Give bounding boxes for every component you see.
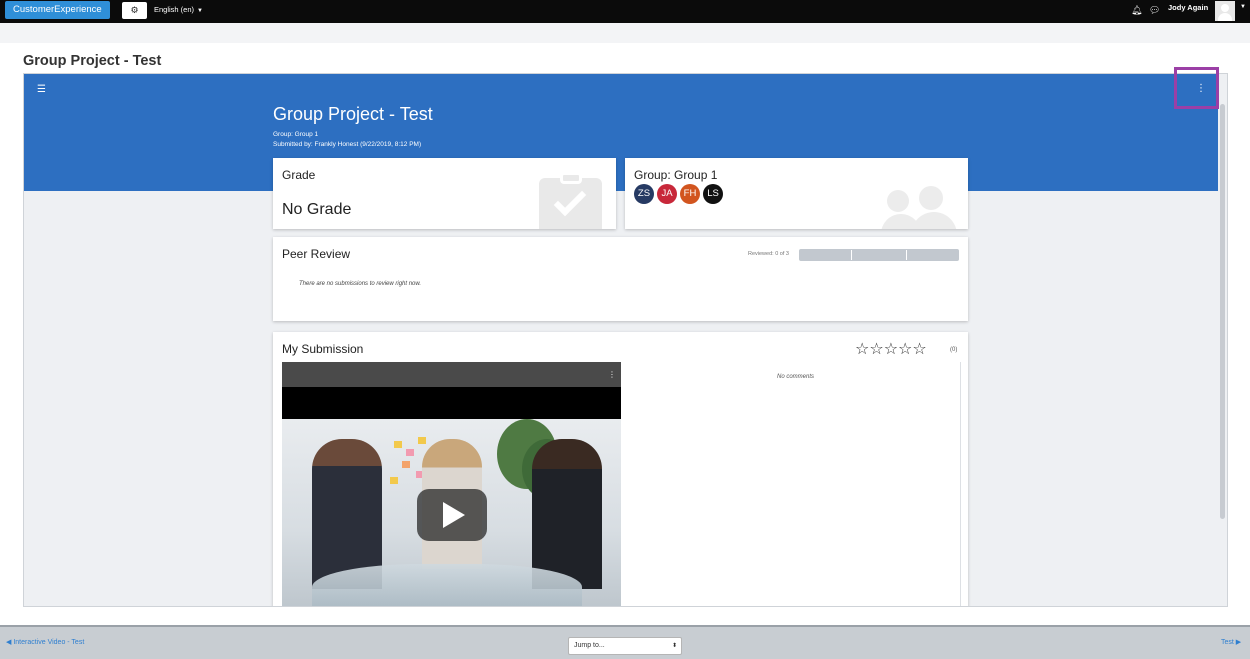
member-avatar[interactable]: LS — [703, 184, 723, 204]
activity-group-line: Group: Group 1 — [273, 131, 319, 138]
member-avatar[interactable]: JA — [657, 184, 677, 204]
activity-frame: ☰ ⋮ Group Project - Test Group: Group 1 … — [23, 73, 1228, 607]
group-members: ZS JA FH LS — [634, 183, 726, 204]
highlight-box — [1174, 67, 1219, 109]
activity-submitted-line: Submitted by: Frankly Honest (9/22/2019,… — [273, 141, 422, 148]
star-rating[interactable]: ☆☆☆☆☆ — [855, 339, 927, 359]
group-card: Group: Group 1 ZS JA FH LS — [625, 158, 968, 229]
group-people-icon — [881, 186, 961, 229]
play-button[interactable] — [417, 489, 487, 541]
language-label: English (en) — [154, 5, 195, 14]
no-comments-message: No comments — [776, 374, 814, 380]
user-name[interactable]: Jody Again — [1168, 3, 1208, 12]
activity-banner: ☰ ⋮ Group Project - Test Group: Group 1 … — [24, 74, 1218, 191]
member-avatar[interactable]: ZS — [634, 184, 654, 204]
group-card-title: Group: Group 1 — [634, 168, 718, 182]
activity-navigation-bar: ◀ Interactive Video - Test Jump to... ⬍ … — [0, 625, 1250, 659]
peer-review-progress-bar — [799, 249, 959, 261]
video-options-kebab-icon[interactable]: ⋮ — [608, 370, 616, 379]
clipboard-check-icon — [539, 172, 602, 229]
jump-to-label: Jump to... — [574, 642, 605, 649]
hamburger-menu-icon[interactable]: ☰ — [37, 84, 46, 95]
submission-title: My Submission — [282, 342, 364, 356]
avatar[interactable] — [1215, 1, 1235, 21]
language-selector[interactable]: English (en) ▼ — [154, 5, 203, 14]
messages-icon[interactable]: 💬︎ — [1149, 5, 1160, 16]
previous-activity-link[interactable]: ◀ Interactive Video - Test — [6, 638, 84, 646]
activity-title: Group Project - Test — [273, 104, 433, 124]
video-player[interactable]: ⋮ — [282, 362, 621, 606]
video-toolbar: ⋮ — [282, 362, 621, 387]
jump-to-select[interactable]: Jump to... ⬍ — [568, 637, 682, 655]
peer-review-card: Peer Review Reviewed: 0 of 3 There are n… — [273, 237, 968, 321]
top-navbar: CustomerExperience ⚙ English (en) ▼ 🔔︎ 💬︎… — [0, 0, 1250, 23]
gear-icon: ⚙ — [130, 5, 139, 15]
grade-card-title: Grade — [282, 168, 316, 182]
comments-panel: No comments — [630, 362, 961, 606]
grade-value: No Grade — [282, 201, 352, 218]
video-thumbnail — [282, 419, 621, 606]
user-menu-chevron-icon[interactable]: ▼ — [1240, 4, 1246, 10]
brand-button[interactable]: CustomerExperience — [5, 1, 110, 19]
notifications-bell-icon[interactable]: 🔔︎ — [1131, 5, 1142, 16]
scrollbar-thumb[interactable] — [1220, 104, 1225, 519]
settings-button[interactable]: ⚙ — [122, 2, 147, 19]
peer-review-empty-message: There are no submissions to review right… — [299, 281, 422, 287]
select-arrows-icon: ⬍ — [671, 643, 677, 649]
member-avatar[interactable]: FH — [680, 184, 700, 204]
peer-review-title: Peer Review — [282, 247, 351, 261]
play-icon — [443, 502, 465, 528]
grade-card: Grade No Grade — [273, 158, 616, 229]
page-title: Group Project - Test — [23, 53, 162, 69]
my-submission-card: My Submission ☆☆☆☆☆ (0) ⋮ No comments — [273, 332, 968, 606]
reviewed-count: Reviewed: 0 of 3 — [748, 251, 789, 257]
rating-count: (0) — [950, 347, 958, 353]
chevron-down-icon: ▼ — [197, 8, 203, 14]
next-activity-link[interactable]: Test ▶ — [1221, 638, 1241, 646]
